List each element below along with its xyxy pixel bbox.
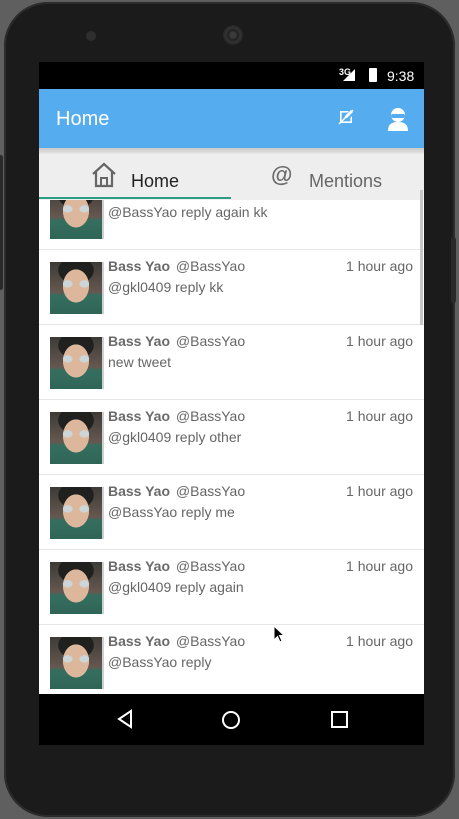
- navigation-bar: [39, 694, 424, 745]
- mouse-cursor-icon: [273, 625, 285, 643]
- tweet-item[interactable]: Bass Yao @BassYao 1 hour ago @gkl0409 repl…: [39, 250, 424, 325]
- tweet-text: @gkl0409 reply other: [108, 429, 242, 445]
- tab-mentions[interactable]: @ Mentions: [231, 154, 424, 200]
- tweet-text: @BassYao reply again kk: [108, 204, 268, 220]
- recents-icon[interactable]: [331, 711, 348, 728]
- tweet-text: @BassYao reply me: [108, 504, 235, 520]
- tab-home-label: Home: [131, 171, 180, 191]
- tweet-author: Bass Yao @BassYao: [108, 333, 245, 349]
- tweet-text: @BassYao reply: [108, 654, 212, 670]
- tweet-item[interactable]: Bass Yao @BassYao 1 hour ago @BassYao repl…: [39, 625, 424, 694]
- power-button: [451, 237, 456, 303]
- author-handle: @BassYao: [175, 633, 246, 649]
- tweet-timestamp: 1 hour ago: [346, 483, 413, 499]
- home-icon: [91, 161, 117, 189]
- tab-home[interactable]: Home: [39, 154, 231, 200]
- avatar[interactable]: [50, 200, 104, 239]
- avatar[interactable]: [50, 637, 104, 689]
- signal-icon: [343, 69, 355, 81]
- home-circle-icon[interactable]: [222, 711, 240, 729]
- author-name: Bass Yao: [108, 483, 171, 499]
- author-handle: @BassYao: [175, 408, 246, 424]
- avatar[interactable]: [50, 412, 104, 464]
- profile-icon[interactable]: [387, 107, 409, 131]
- tweet-list: Bass Yao @BassYao 1 hour ago @BassYao repl…: [39, 200, 424, 694]
- author-handle: @BassYao: [175, 258, 246, 274]
- tweet-text: @gkl0409 reply kk: [108, 279, 224, 295]
- page-title: Home: [56, 108, 110, 130]
- scrollbar[interactable]: [420, 190, 423, 325]
- tweet-item[interactable]: Bass Yao @BassYao 1 hour ago new tweet: [39, 325, 424, 400]
- device-frame: 3G 9:38 Home Home @ Mentions @BassYao re…: [0, 2, 456, 817]
- compose-icon[interactable]: [338, 109, 354, 125]
- tweet-item[interactable]: Bass Yao @BassYao 1 hour ago @BassYao repl…: [39, 475, 424, 550]
- status-bar: 3G 9:38: [39, 62, 424, 89]
- tweet-timestamp: 1 hour ago: [346, 633, 413, 649]
- tweet-item[interactable]: Bass Yao @BassYao1 hour ago@BassYao repl…: [39, 200, 424, 250]
- tweet-author: Bass Yao @BassYao: [108, 408, 245, 424]
- tweet-timestamp: 1 hour ago: [346, 408, 413, 424]
- avatar[interactable]: [50, 337, 104, 389]
- tweet-timestamp: 1 hour ago: [346, 558, 413, 574]
- author-handle: @BassYao: [175, 483, 246, 499]
- app-bar: Home: [39, 89, 424, 148]
- tweet-feed[interactable]: Bass Yao @BassYao 1 hour ago @BassYao repl…: [39, 200, 424, 694]
- earpiece-speaker: [223, 25, 243, 45]
- author-name: Bass Yao: [108, 633, 171, 649]
- tweet-text: @gkl0409 reply again: [108, 579, 244, 595]
- clock: 9:38: [387, 68, 415, 84]
- tab-mentions-label: Mentions: [309, 171, 383, 191]
- tweet-item[interactable]: Bass Yao @BassYao 1 hour ago @gkl0409 repl…: [39, 400, 424, 475]
- tweet-text: new tweet: [108, 354, 172, 370]
- author-handle: @BassYao: [175, 558, 246, 574]
- author-name: Bass Yao: [108, 408, 171, 424]
- author-name: Bass Yao: [108, 558, 171, 574]
- battery-icon: [369, 68, 377, 82]
- back-icon[interactable]: [115, 709, 135, 729]
- tweet-author: Bass Yao @BassYao: [108, 483, 245, 499]
- volume-button: [0, 155, 3, 290]
- tab-indicator: [39, 197, 231, 199]
- tab-bar: Home @ Mentions: [39, 154, 424, 200]
- tweet-timestamp: 1 hour ago: [346, 333, 413, 349]
- tweet-author: Bass Yao @BassYao: [108, 258, 245, 274]
- tweet-author: Bass Yao @BassYao: [108, 558, 245, 574]
- author-name: Bass Yao: [108, 258, 171, 274]
- tweet-author: Bass Yao @BassYao: [108, 633, 245, 649]
- author-handle: @BassYao: [175, 333, 246, 349]
- avatar[interactable]: [50, 262, 104, 314]
- at-sign-icon: @: [271, 162, 293, 187]
- front-camera: [86, 31, 96, 41]
- avatar[interactable]: [50, 487, 104, 539]
- tweet-timestamp: 1 hour ago: [346, 258, 413, 274]
- author-name: Bass Yao: [108, 333, 171, 349]
- screen: 3G 9:38 Home Home @ Mentions @BassYao re…: [39, 62, 424, 745]
- avatar[interactable]: [50, 562, 104, 614]
- tweet-item[interactable]: Bass Yao @BassYao 1 hour ago @gkl0409 repl…: [39, 550, 424, 625]
